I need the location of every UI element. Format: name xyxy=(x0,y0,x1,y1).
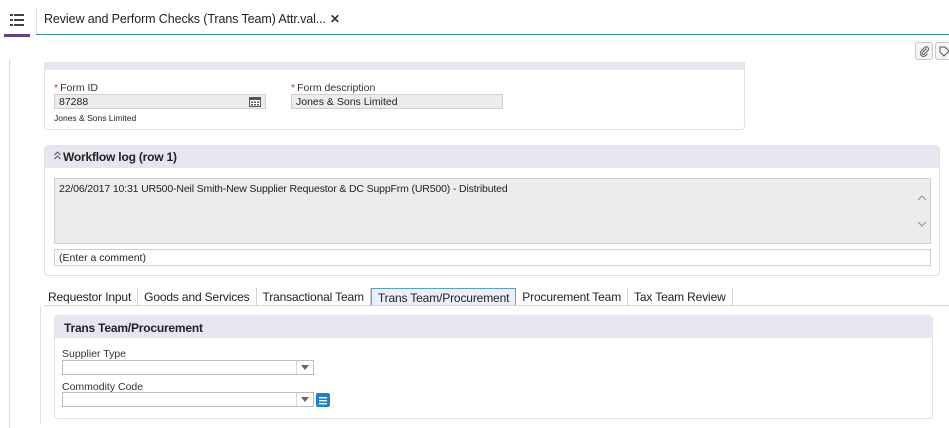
tab-trans-team-procurement[interactable]: Trans Team/Procurement xyxy=(370,288,517,306)
supplier-type-label: Supplier Type xyxy=(62,348,127,360)
document-tab-title: Review and Perform Checks (Trans Team) A… xyxy=(44,12,326,26)
trans-team-header: Trans Team/Procurement xyxy=(55,316,932,338)
chevron-down-icon[interactable] xyxy=(296,361,313,374)
calendar-icon[interactable] xyxy=(249,96,261,107)
form-header-card: * Form ID 87288 Jones & Sons Limited * For… xyxy=(44,62,745,130)
required-marker: * xyxy=(54,82,59,94)
workflow-log-title: Workflow log (row 1) xyxy=(63,150,177,164)
form-id-label-text: Form ID xyxy=(60,82,99,94)
workflow-log-textarea[interactable]: 22/06/2017 10:31 UR500-Neil Smith-New Su… xyxy=(54,178,931,244)
lookup-icon[interactable] xyxy=(316,393,330,407)
tab-strip: Requestor Input Goods and Services Trans… xyxy=(44,288,733,306)
menu-active-indicator xyxy=(4,34,30,37)
chevron-down-icon[interactable] xyxy=(296,393,313,406)
form-id-field[interactable]: 87288 xyxy=(54,94,266,109)
tab-requestor-input[interactable]: Requestor Input xyxy=(44,288,139,306)
tab-separator xyxy=(36,8,37,34)
comment-input[interactable]: (Enter a comment) xyxy=(54,249,931,266)
tab-procurement-team[interactable]: Procurement Team xyxy=(516,288,629,306)
workflow-log-entry: 22/06/2017 10:31 UR500-Neil Smith-New Su… xyxy=(59,183,508,195)
scroll-down-icon[interactable] xyxy=(917,219,927,231)
form-description-label: * Form description xyxy=(291,82,375,94)
form-description-label-text: Form description xyxy=(297,82,376,94)
trans-team-panel: Trans Team/Procurement Supplier Type Com… xyxy=(54,315,933,419)
commodity-code-select[interactable] xyxy=(62,392,314,407)
form-header-band xyxy=(45,62,744,70)
tag-icon[interactable] xyxy=(935,42,949,60)
left-divider xyxy=(9,60,10,428)
workflow-log-header[interactable]: Workflow log (row 1) xyxy=(45,146,939,168)
close-icon[interactable]: ✕ xyxy=(330,12,340,26)
top-tab-bar: Review and Perform Checks (Trans Team) A… xyxy=(0,0,949,38)
supplier-type-select[interactable] xyxy=(62,360,314,375)
scroll-up-icon[interactable] xyxy=(917,192,927,204)
tab-bar-accent-line xyxy=(36,34,949,35)
toolbar-icons xyxy=(915,42,949,60)
trans-team-title: Trans Team/Procurement xyxy=(64,321,203,335)
form-id-label: * Form ID xyxy=(54,82,98,94)
tab-transactional-team[interactable]: Transactional Team xyxy=(257,288,371,306)
form-id-description: Jones & Sons Limited xyxy=(54,113,137,123)
tab-goods-and-services[interactable]: Goods and Services xyxy=(138,288,257,306)
document-tab[interactable]: Review and Perform Checks (Trans Team) A… xyxy=(44,12,340,26)
required-marker: * xyxy=(291,82,296,94)
paperclip-icon[interactable] xyxy=(915,42,933,60)
collapse-icon[interactable] xyxy=(54,151,61,162)
form-description-field[interactable]: Jones & Sons Limited xyxy=(291,94,503,109)
workflow-log-panel: Workflow log (row 1) 22/06/2017 10:31 UR… xyxy=(44,145,940,276)
tab-tax-team-review[interactable]: Tax Team Review xyxy=(628,288,733,306)
list-menu-icon[interactable] xyxy=(6,9,28,31)
